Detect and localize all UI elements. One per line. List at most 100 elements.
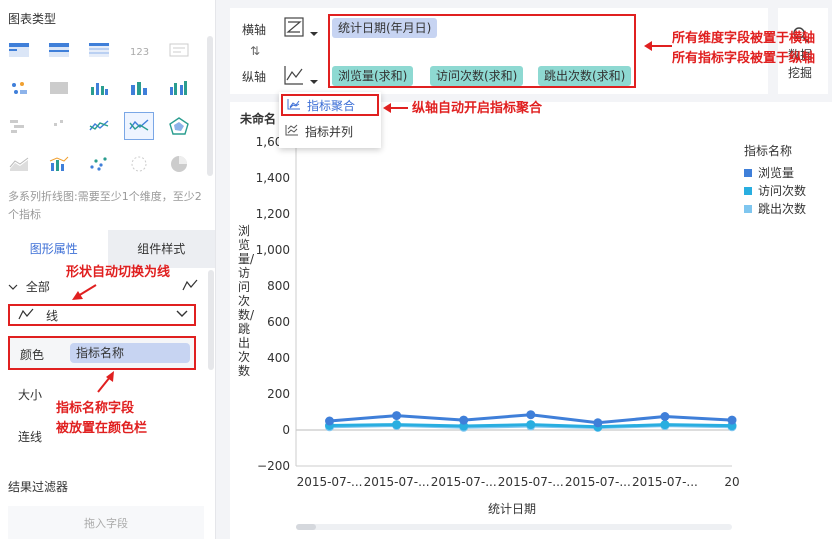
color-field-pill[interactable]: 指标名称 — [70, 343, 190, 363]
color-label: 颜色 — [20, 348, 45, 362]
property-scrollbar[interactable] — [208, 270, 214, 370]
stacked-bar-icon[interactable] — [84, 74, 114, 102]
property-tabs: 图形属性 组件样式 — [0, 230, 215, 268]
y-axis-label: 纵轴 — [242, 70, 267, 84]
legend-swatch — [744, 168, 752, 177]
scrollbar-thumb[interactable] — [296, 524, 316, 530]
series-point — [325, 416, 335, 426]
connect-label: 连线 — [18, 430, 43, 444]
y-tick-label: 1,200 — [256, 207, 290, 221]
y-tick-label: 0 — [282, 423, 290, 437]
cross-table-icon[interactable] — [44, 36, 74, 64]
y-tick-label: 1,000 — [256, 243, 290, 257]
scatter-map-icon[interactable] — [4, 74, 34, 102]
legend-item-pageviews[interactable]: 浏览量 — [744, 164, 794, 181]
text-card-icon[interactable] — [164, 36, 194, 64]
line-chart: −20002004006008001,0001,2001,4001,600201… — [256, 135, 740, 489]
chart-panel: 未命名 −200 0 200 400 600 800 1,000 1,200 1,400 1,60… — [230, 102, 832, 539]
shape-select[interactable]: 线 — [8, 304, 196, 326]
x-tick-label: 20 — [724, 475, 739, 489]
series-point — [526, 410, 536, 420]
annotation-dimension-note: 所有维度字段被置于横轴 — [672, 31, 816, 46]
chevron-down-icon — [176, 307, 188, 321]
annotation-indicator-note: 所有指标字段被置于纵轴 — [672, 51, 816, 66]
chart-horizontal-scrollbar[interactable] — [296, 524, 732, 530]
y-tick-label: 800 — [267, 279, 290, 293]
pie-chart-icon[interactable] — [164, 150, 194, 178]
parallel-icon — [285, 124, 299, 139]
y-tick-label: 200 — [267, 387, 290, 401]
y-field-pageviews[interactable]: 浏览量(求和) — [332, 66, 414, 86]
gantt-icon[interactable] — [4, 112, 34, 140]
series-point — [392, 411, 402, 421]
y-tick-label: −200 — [257, 459, 290, 473]
chevron-down-icon — [8, 280, 22, 294]
chart-type-title: 图表类型 — [8, 12, 57, 26]
x-axis-title: 统计日期 — [488, 502, 537, 516]
series-point — [660, 420, 670, 430]
series-point — [660, 412, 670, 421]
series-point — [459, 415, 469, 425]
bar-chart-icon[interactable] — [124, 74, 154, 102]
x-tick-label: 2015-07-... — [297, 475, 363, 489]
tab-graphic-properties[interactable]: 图形属性 — [0, 230, 108, 268]
series-point — [526, 420, 536, 430]
annotation-color-note-1: 指标名称字段 — [56, 401, 135, 416]
area-chart-icon[interactable] — [4, 150, 34, 178]
result-filter-title: 结果过滤器 — [8, 480, 69, 494]
all-series-label: 全部 — [25, 280, 50, 294]
line-chart-icon[interactable] — [84, 112, 114, 140]
grouped-table-icon[interactable] — [4, 36, 34, 64]
color-field-slot[interactable]: 颜色 指标名称 — [8, 336, 196, 370]
radar-icon[interactable] — [164, 112, 194, 140]
annotation-shape-note: 形状自动切换为线 — [66, 265, 171, 280]
multi-line-chart-icon[interactable] — [124, 112, 154, 140]
x-tick-label: 2015-07-... — [431, 475, 497, 489]
series-point — [593, 418, 603, 428]
chart-type-scrollbar[interactable] — [207, 36, 213, 176]
x-axis-label: 横轴 — [242, 23, 267, 37]
x-tick-label: 2015-07-... — [364, 475, 430, 489]
svg-text:123: 123 — [130, 47, 149, 58]
y-tick-label: 400 — [267, 351, 290, 365]
x-tick-label: 2015-07-... — [632, 475, 698, 489]
line-shape-icon — [18, 308, 34, 323]
size-label: 大小 — [18, 388, 43, 402]
legend-item-visits[interactable]: 访问次数 — [744, 182, 806, 199]
legend-label: 跳出次数 — [758, 202, 807, 216]
y-axis-type-icon[interactable] — [284, 64, 320, 91]
x-field-date[interactable]: 统计日期(年月日) — [332, 18, 438, 38]
tab-component-style[interactable]: 组件样式 — [107, 230, 215, 268]
matrix-icon[interactable] — [44, 112, 74, 140]
menu-item-label: 指标并列 — [305, 124, 354, 139]
heat-map-icon[interactable] — [44, 74, 74, 102]
scatter-chart-icon[interactable] — [84, 150, 114, 178]
menu-item-indicator-parallel[interactable]: 指标并列 — [281, 120, 379, 142]
legend-item-bounces[interactable]: 跳出次数 — [744, 200, 806, 217]
detail-table-icon[interactable] — [84, 36, 114, 64]
x-tick-label: 2015-07-... — [565, 475, 631, 489]
menu-item-indicator-aggregate[interactable]: 指标聚合 — [281, 94, 379, 116]
series-point — [727, 415, 737, 425]
grouped-bar-icon[interactable] — [164, 74, 194, 102]
annotation-color-note-2: 被放置在颜色栏 — [56, 421, 148, 436]
legend-swatch — [744, 186, 752, 195]
chart-type-description: 多系列折线图:需要至少1个维度，至少2个指标 — [8, 190, 202, 221]
swap-axes-icon[interactable]: ⇅ — [246, 44, 264, 58]
legend-label: 访问次数 — [758, 184, 807, 198]
y-tick-label: 600 — [267, 315, 290, 329]
series-point — [392, 420, 402, 430]
legend-title: 指标名称 — [744, 144, 793, 158]
bubble-chart-icon[interactable] — [124, 150, 154, 178]
app-root: { "left_panel": { "title": "图表类型", "desc… — [0, 0, 832, 539]
y-field-bounces[interactable]: 跳出次数(求和) — [538, 66, 632, 86]
kpi-card-icon[interactable]: 123 — [124, 36, 154, 64]
filter-drop-zone[interactable]: 拖入字段 — [8, 506, 204, 539]
combo-chart-icon[interactable] — [44, 150, 74, 178]
x-tick-label: 2015-07-... — [498, 475, 564, 489]
y-field-visits[interactable]: 访问次数(求和) — [430, 66, 524, 86]
legend-swatch — [744, 204, 752, 213]
y-axis-title: 浏览量/访问次数/跳出次数 — [238, 224, 255, 378]
annotation-aggregate-note: 纵轴自动开启指标聚合 — [412, 101, 543, 116]
x-axis-type-icon[interactable] — [284, 16, 320, 43]
